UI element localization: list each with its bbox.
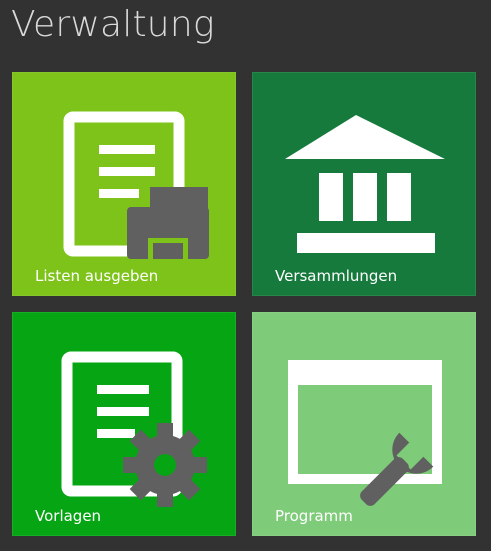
tile-label: Versammlungen	[275, 267, 398, 285]
tile-versammlungen[interactable]: Versammlungen	[252, 72, 476, 296]
document-printer-icon	[63, 111, 209, 259]
tile-label: Vorlagen	[35, 507, 102, 525]
document-gear-icon	[61, 351, 207, 507]
tile-listen-ausgeben[interactable]: Listen ausgeben	[12, 72, 236, 296]
tile-programm[interactable]: Programm	[252, 312, 476, 536]
tile-label: Listen ausgeben	[35, 267, 159, 285]
page-title: Verwaltung	[11, 4, 215, 45]
window-wrench-icon	[288, 360, 442, 506]
building-columns-icon	[285, 115, 445, 253]
admin-page: Verwaltung Listen ausgeben Versammlungen	[0, 0, 491, 551]
tile-vorlagen[interactable]: Vorlagen	[12, 312, 236, 536]
tile-label: Programm	[275, 507, 353, 525]
